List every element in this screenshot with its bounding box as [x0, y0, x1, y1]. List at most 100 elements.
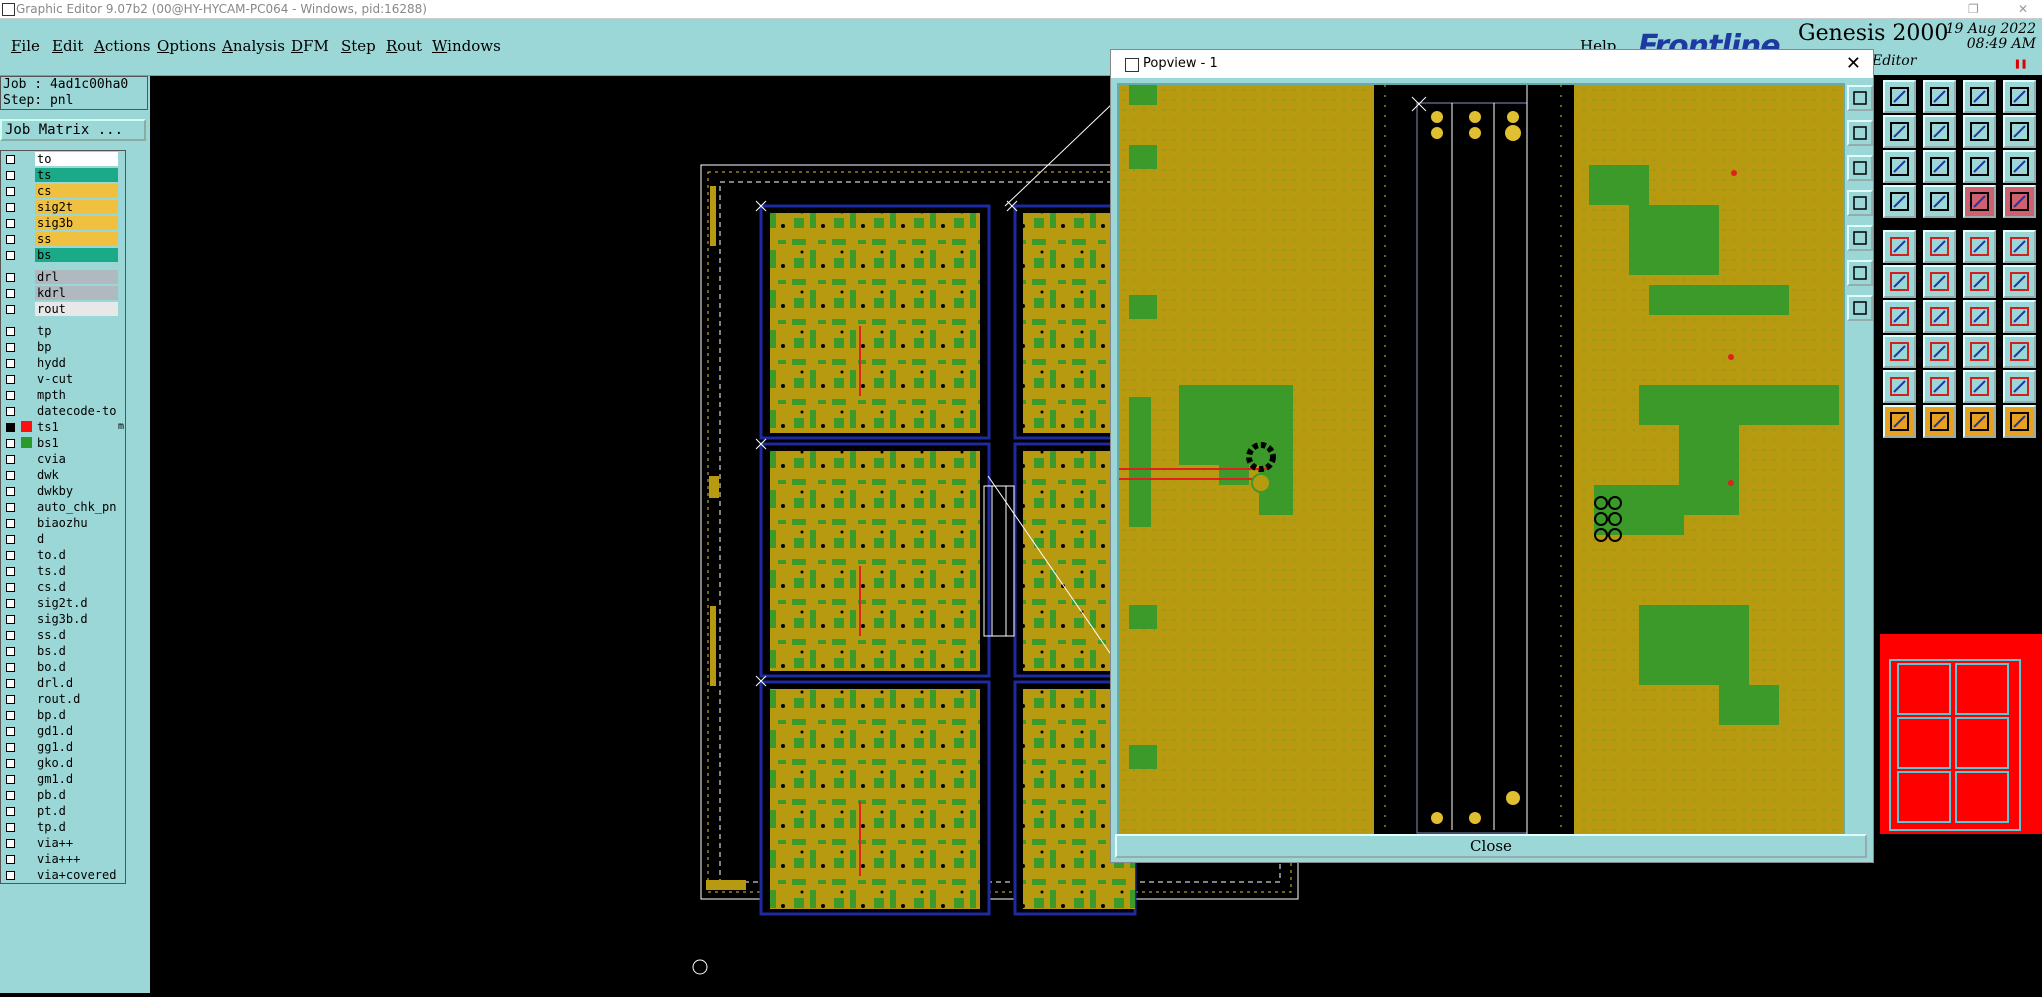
- layer-name[interactable]: sig3b.d: [35, 612, 118, 626]
- layer-row[interactable]: tp.d: [1, 819, 125, 835]
- help-icon[interactable]: [2003, 150, 2036, 183]
- layer-checkbox[interactable]: [6, 839, 15, 848]
- layer-checkbox[interactable]: [6, 187, 15, 196]
- zoom-fit-icon[interactable]: [1883, 150, 1916, 183]
- layer-checkbox[interactable]: [6, 327, 15, 336]
- move-icon[interactable]: [1883, 335, 1916, 368]
- layer-row[interactable]: sig3b: [1, 215, 125, 231]
- grid-toggle-icon[interactable]: [1923, 185, 1956, 218]
- layer-row[interactable]: cs: [1, 183, 125, 199]
- layer-name[interactable]: ss: [35, 232, 118, 246]
- layer-row[interactable]: ts: [1, 167, 125, 183]
- layer-checkbox[interactable]: [6, 679, 15, 688]
- layer-row[interactable]: auto_chk_pn: [1, 499, 125, 515]
- view-up-icon[interactable]: [1883, 80, 1916, 113]
- layer-checkbox[interactable]: [6, 791, 15, 800]
- layer-name[interactable]: sig3b: [35, 216, 118, 230]
- layer-row[interactable]: sig2t.d: [1, 595, 125, 611]
- layer-row[interactable]: bo.d: [1, 659, 125, 675]
- layer-checkbox[interactable]: [6, 343, 15, 352]
- layer-name[interactable]: ss.d: [35, 628, 118, 642]
- zoom-in-icon[interactable]: [1847, 120, 1873, 146]
- layer-checkbox[interactable]: [6, 219, 15, 228]
- layer-checkbox[interactable]: [6, 305, 15, 314]
- layer-row[interactable]: via+covered: [1, 867, 125, 883]
- zoom-extents-icon[interactable]: [1923, 150, 1956, 183]
- layer-checkbox[interactable]: [6, 823, 15, 832]
- line-icon[interactable]: [1923, 300, 1956, 333]
- layer-checkbox[interactable]: [6, 775, 15, 784]
- layer-name[interactable]: d: [35, 532, 118, 546]
- layer-checkbox[interactable]: [6, 695, 15, 704]
- layer-checkbox[interactable]: [6, 519, 15, 528]
- layer-checkbox[interactable]: [6, 503, 15, 512]
- layer-row[interactable]: via++: [1, 835, 125, 851]
- layer-name[interactable]: datecode-to: [35, 404, 118, 418]
- job-matrix-button[interactable]: Job Matrix ...: [0, 119, 146, 141]
- text-a-icon[interactable]: [1883, 370, 1916, 403]
- snap-icon[interactable]: [2003, 115, 2036, 148]
- view-right-icon[interactable]: [1923, 115, 1956, 148]
- layer-row[interactable]: bs1: [1, 435, 125, 451]
- zoom-box-icon[interactable]: [1847, 85, 1873, 111]
- fit-icon[interactable]: [1847, 260, 1873, 286]
- layer-row[interactable]: gg1.d: [1, 739, 125, 755]
- layer-checkbox[interactable]: [6, 155, 15, 164]
- layer-checkbox[interactable]: [6, 871, 15, 880]
- layer-row[interactable]: kdrl: [1, 285, 125, 301]
- layer-row[interactable]: gd1.d: [1, 723, 125, 739]
- menu-options[interactable]: Options: [157, 37, 216, 55]
- layer-row[interactable]: bs.d: [1, 643, 125, 659]
- layer-row[interactable]: ts.d: [1, 563, 125, 579]
- slot-icon[interactable]: [1963, 230, 1996, 263]
- layer-checkbox[interactable]: [6, 455, 15, 464]
- layer-row[interactable]: cs.d: [1, 579, 125, 595]
- menu-actions[interactable]: Actions: [94, 37, 150, 55]
- home-view-icon[interactable]: [1963, 80, 1996, 113]
- circle-icon[interactable]: [2003, 230, 2036, 263]
- layer-row[interactable]: gm1.d: [1, 771, 125, 787]
- layer-name[interactable]: auto_chk_pn: [35, 500, 118, 514]
- layer-row[interactable]: rout.d: [1, 691, 125, 707]
- layer-row[interactable]: biaozhu: [1, 515, 125, 531]
- line-draw-icon[interactable]: [1923, 230, 1956, 263]
- layer-row[interactable]: mpth: [1, 387, 125, 403]
- layer-name[interactable]: mpth: [35, 388, 118, 402]
- layer-row[interactable]: cvia: [1, 451, 125, 467]
- menu-file[interactable]: File: [11, 37, 40, 55]
- layer-row[interactable]: pt.d: [1, 803, 125, 819]
- layer-row[interactable]: pb.d: [1, 787, 125, 803]
- layer-checkbox[interactable]: [6, 235, 15, 244]
- layer-name[interactable]: tp.d: [35, 820, 118, 834]
- popview-close-icon[interactable]: ✕: [1846, 50, 1861, 78]
- layer-name[interactable]: gd1.d: [35, 724, 118, 738]
- mirror-icon[interactable]: [2003, 300, 2036, 333]
- layer-name[interactable]: ts.d: [35, 564, 118, 578]
- layer-name[interactable]: drl.d: [35, 676, 118, 690]
- layer-name[interactable]: cs.d: [35, 580, 118, 594]
- layer-name[interactable]: gm1.d: [35, 772, 118, 786]
- layer-name[interactable]: via++: [35, 836, 118, 850]
- menu-edit[interactable]: Edit: [52, 37, 83, 55]
- measure-select-icon[interactable]: [2003, 185, 2036, 218]
- select-multi-icon[interactable]: [2003, 405, 2036, 438]
- layer-name[interactable]: tp: [35, 324, 118, 338]
- layer-row[interactable]: sig2t: [1, 199, 125, 215]
- layer-row[interactable]: sig3b.d: [1, 611, 125, 627]
- layer-row[interactable]: to: [1, 151, 125, 167]
- layer-checkbox[interactable]: [6, 487, 15, 496]
- layer-name[interactable]: bo.d: [35, 660, 118, 674]
- layer-row[interactable]: drl: [1, 269, 125, 285]
- layer-name[interactable]: sig2t.d: [35, 596, 118, 610]
- layer-name[interactable]: bp: [35, 340, 118, 354]
- zoom-back-icon[interactable]: [1963, 115, 1996, 148]
- angle-icon[interactable]: [1883, 300, 1916, 333]
- layer-checkbox[interactable]: [6, 567, 15, 576]
- layer-name[interactable]: kdrl: [35, 286, 118, 300]
- layer-name[interactable]: bp.d: [35, 708, 118, 722]
- layer-row[interactable]: rout: [1, 301, 125, 317]
- layer-row[interactable]: drl.d: [1, 675, 125, 691]
- layer-row[interactable]: dwk: [1, 467, 125, 483]
- layer-name[interactable]: ts: [35, 168, 118, 182]
- layer-checkbox[interactable]: [6, 471, 15, 480]
